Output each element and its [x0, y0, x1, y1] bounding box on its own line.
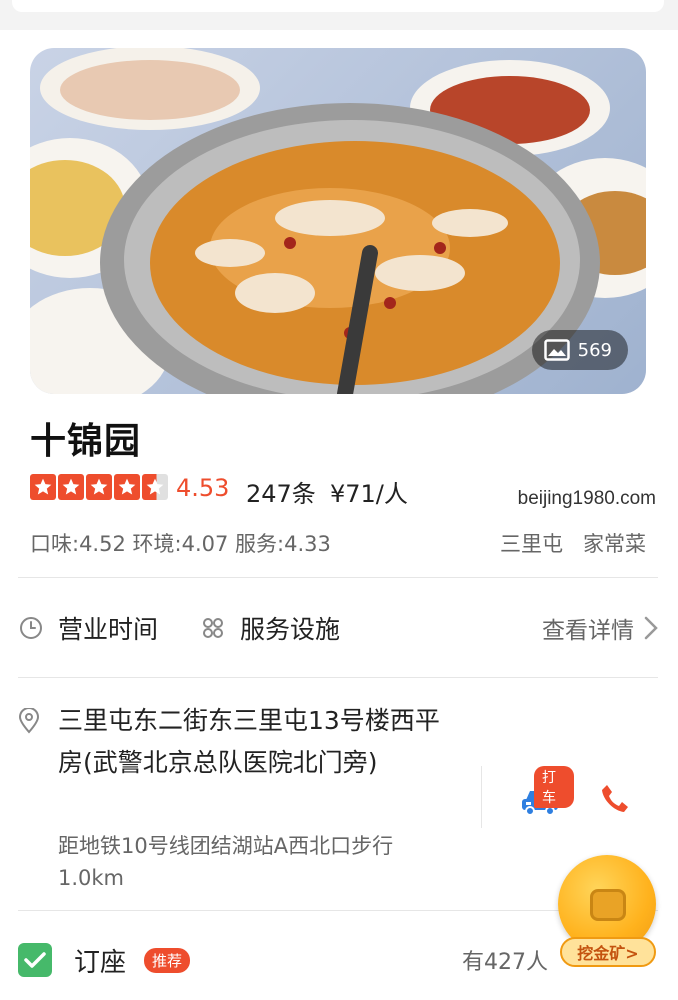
gold-mine-button[interactable]: 挖金矿> [556, 855, 660, 967]
view-details-label: 查看详情 [542, 618, 634, 644]
photo-count-badge[interactable]: 569 [531, 330, 628, 370]
gold-mine-label: 挖金矿> [560, 937, 656, 967]
rating-score: 4.53 [176, 474, 230, 502]
phone-icon [602, 785, 628, 812]
taxi-button[interactable]: 打车 [520, 766, 574, 816]
booked-count: 有427人 [462, 950, 548, 975]
address-text[interactable]: 三里屯东二街东三里屯13号楼西平房(武警北京总队医院北门旁) [58, 700, 458, 784]
chevron-right-icon [644, 616, 658, 640]
services-grid-icon [200, 615, 226, 641]
check-icon [18, 943, 52, 977]
gold-nugget-icon [590, 889, 626, 921]
rating-stars [30, 474, 168, 500]
divider [18, 577, 658, 578]
clock-icon [18, 615, 44, 641]
restaurant-name: 十锦园 [30, 421, 142, 462]
booking-label[interactable]: 订座 [74, 942, 126, 979]
search-box[interactable] [12, 0, 664, 12]
star-icon [30, 474, 56, 500]
watermark-text: beijing1980.com [517, 488, 656, 509]
phone-button[interactable] [600, 782, 630, 818]
recommend-badge: 推荐 [144, 947, 191, 973]
top-bar [0, 0, 678, 30]
info-row[interactable]: 营业时间 服务设施 查看详情 [18, 606, 658, 650]
taxi-badge: 打车 [534, 766, 574, 808]
divider [18, 677, 658, 678]
price-per-person: ¥71/人 [330, 480, 408, 508]
star-icon [86, 474, 112, 500]
facilities-label[interactable]: 服务设施 [240, 610, 340, 646]
restaurant-photo[interactable]: 569 [30, 48, 646, 394]
restaurant-tags: 三里屯 家常菜 [500, 528, 646, 558]
star-icon [58, 474, 84, 500]
vertical-divider [481, 766, 482, 828]
view-details-link[interactable]: 查看详情 [542, 611, 658, 645]
metro-distance: 距地铁10号线团结湖站A西北口步行1.0km [58, 834, 394, 890]
tag-cuisine[interactable]: 家常菜 [583, 528, 646, 558]
photo-count: 569 [577, 339, 612, 361]
image-icon [543, 339, 570, 361]
business-hours-label[interactable]: 营业时间 [58, 610, 158, 646]
location-pin-icon [18, 707, 40, 738]
star-icon [142, 474, 168, 500]
tag-area[interactable]: 三里屯 [500, 528, 563, 558]
sub-scores: 口味:4.52 环境:4.07 服务:4.33 [30, 532, 331, 556]
star-icon [114, 474, 140, 500]
review-count[interactable]: 247条 [246, 474, 316, 509]
